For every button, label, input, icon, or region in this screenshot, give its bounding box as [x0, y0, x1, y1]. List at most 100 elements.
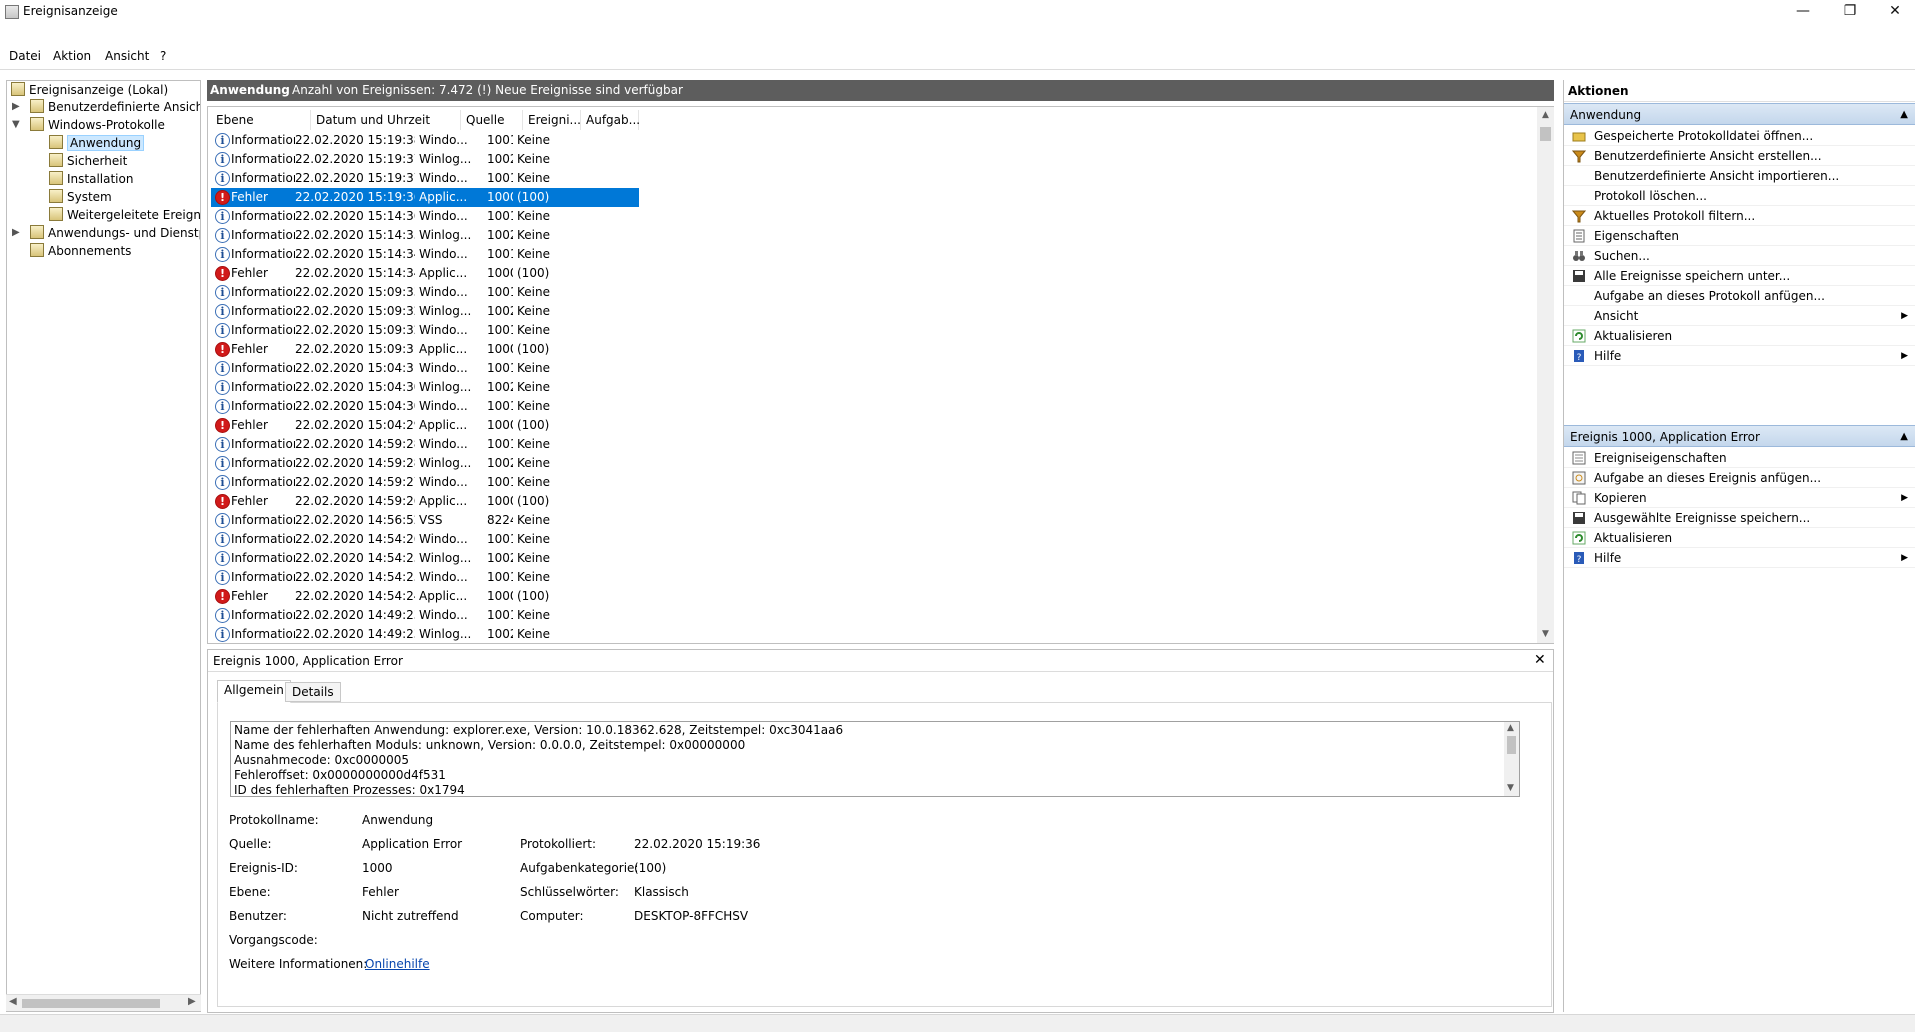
- tab-details[interactable]: Details: [285, 682, 341, 702]
- close-button[interactable]: ✕: [1872, 0, 1915, 24]
- log-icon: [49, 189, 63, 203]
- maximize-button[interactable]: ❐: [1827, 0, 1873, 24]
- column-header-datum[interactable]: Datum und Uhrzeit: [311, 110, 461, 130]
- collapse-caret-icon[interactable]: ▲: [1900, 104, 1908, 126]
- action-b-0[interactable]: Ereigniseigenschaften: [1564, 448, 1915, 468]
- column-header-aufgabe[interactable]: Aufgab...: [581, 110, 640, 130]
- tree-item-benutzerdefiniert[interactable]: Benutzerdefinierte Ansichten: [30, 99, 200, 116]
- detail-title: Ereignis 1000, Application Error: [213, 654, 403, 668]
- action-b-1[interactable]: Aufgabe an dieses Ereignis anfügen...: [1564, 468, 1915, 488]
- event-detail-pane: Ereignis 1000, Application Error ✕ Allge…: [207, 649, 1554, 1013]
- tree-item-abonnements[interactable]: Abonnements: [30, 243, 131, 260]
- event-row[interactable]: !Fehler 22.02.2020 14:59:26 Applic... 1000 (…: [211, 492, 639, 511]
- event-row[interactable]: iInformationen22.02.2020 15:04:31 Windo..…: [211, 359, 639, 378]
- cell-event-id: 1002: [487, 627, 513, 641]
- event-row[interactable]: iInformationen22.02.2020 14:54:25 Windo..…: [211, 568, 639, 587]
- event-row[interactable]: !Fehler 22.02.2020 15:14:34 Applic... 1000 (…: [211, 264, 639, 283]
- event-row[interactable]: iInformationen22.02.2020 15:09:32 Winlog.…: [211, 302, 639, 321]
- cell-datetime: 22.02.2020 15:04:31: [295, 361, 415, 375]
- column-header-ereignis-id[interactable]: Ereigni...: [523, 110, 581, 130]
- event-row[interactable]: iInformationen22.02.2020 14:59:28 Winlog.…: [211, 454, 639, 473]
- event-row[interactable]: iInformationen22.02.2020 15:14:36 Windo..…: [211, 207, 639, 226]
- event-row[interactable]: iInformationen22.02.2020 14:59:27 Windo..…: [211, 473, 639, 492]
- collapse-caret-icon[interactable]: ▲: [1900, 426, 1908, 448]
- action-a-5[interactable]: Eigenschaften: [1564, 226, 1915, 246]
- action-b-3[interactable]: Ausgewählte Ereignisse speichern...: [1564, 508, 1915, 528]
- information-icon: i: [215, 608, 230, 623]
- event-row[interactable]: iInformationen22.02.2020 14:54:25 Winlog.…: [211, 549, 639, 568]
- event-row[interactable]: iInformationen22.02.2020 15:04:30 Winlog.…: [211, 378, 639, 397]
- scroll-up-icon[interactable]: ▲: [1537, 107, 1554, 124]
- tree-item-sicherheit[interactable]: Sicherheit: [49, 153, 127, 170]
- event-row[interactable]: iInformationen22.02.2020 14:56:52 VSS 8224…: [211, 511, 639, 530]
- event-row[interactable]: iInformationen22.02.2020 15:14:34 Windo..…: [211, 245, 639, 264]
- event-row[interactable]: iInformationen22.02.2020 15:14:35 Winlog.…: [211, 226, 639, 245]
- tree-item-ereignisanzeige[interactable]: Ereignisanzeige (Lokal): [11, 82, 168, 99]
- event-row[interactable]: !Fehler 22.02.2020 15:04:29 Applic... 1000 (…: [211, 416, 639, 435]
- scroll-down-icon[interactable]: ▼: [1507, 783, 1514, 793]
- section-ereignis[interactable]: Ereignis 1000, Application Error ▲: [1564, 425, 1915, 447]
- action-a-2[interactable]: Benutzerdefinierte Ansicht importieren..…: [1564, 166, 1915, 186]
- close-detail-icon[interactable]: ✕: [1534, 652, 1546, 668]
- action-a-11[interactable]: ? Hilfe ▶: [1564, 346, 1915, 366]
- svg-text:?: ?: [1577, 353, 1582, 363]
- cell-source: Windo...: [419, 570, 468, 584]
- tab-allgemein[interactable]: Allgemein: [217, 680, 291, 703]
- action-a-7[interactable]: Alle Ereignisse speichern unter...: [1564, 266, 1915, 286]
- event-row[interactable]: iInformationen22.02.2020 14:49:23 Winlog.…: [211, 625, 639, 643]
- action-a-0[interactable]: Gespeicherte Protokolldatei öffnen...: [1564, 126, 1915, 146]
- event-row[interactable]: iInformationen22.02.2020 14:49:23 Windo..…: [211, 606, 639, 625]
- column-header-ebene[interactable]: Ebene: [211, 110, 311, 130]
- action-b-2[interactable]: Kopieren ▶: [1564, 488, 1915, 508]
- action-a-4[interactable]: Aktuelles Protokoll filtern...: [1564, 206, 1915, 226]
- event-row[interactable]: !Fehler 22.02.2020 15:09:31 Applic... 1000 (…: [211, 340, 639, 359]
- event-row[interactable]: iInformationen22.02.2020 14:59:28 Windo..…: [211, 435, 639, 454]
- expand-chevron-icon[interactable]: ▶: [12, 227, 20, 238]
- cell-source: Windo...: [419, 133, 468, 147]
- action-a-9[interactable]: Ansicht ▶: [1564, 306, 1915, 326]
- onlinehilfe-link[interactable]: Onlinehilfe: [365, 957, 430, 971]
- event-row[interactable]: iInformationen22.02.2020 15:09:33 Windo..…: [211, 283, 639, 302]
- tree-horizontal-scrollbar[interactable]: ◀ ▶: [6, 994, 201, 1011]
- event-row[interactable]: iInformationen22.02.2020 14:54:26 Windo..…: [211, 530, 639, 549]
- action-a-1[interactable]: Benutzerdefinierte Ansicht erstellen...: [1564, 146, 1915, 166]
- event-row[interactable]: iInformationen22.02.2020 15:09:32 Windo..…: [211, 321, 639, 340]
- cell-level: Informationen: [231, 570, 295, 584]
- event-row[interactable]: iInformationen22.02.2020 15:04:30 Windo..…: [211, 397, 639, 416]
- action-a-8[interactable]: Aufgabe an dieses Protokoll anfügen...: [1564, 286, 1915, 306]
- tree-item-weitergeleitet[interactable]: Weitergeleitete Ereignisse: [49, 207, 200, 224]
- section-anwendung[interactable]: Anwendung ▲: [1564, 103, 1915, 125]
- column-header-quelle[interactable]: Quelle: [461, 110, 523, 130]
- cell-level: Informationen: [231, 304, 295, 318]
- scroll-thumb[interactable]: [1540, 127, 1551, 141]
- cell-datetime: 22.02.2020 15:09:32: [295, 323, 415, 337]
- action-b-5[interactable]: ? Hilfe ▶: [1564, 548, 1915, 568]
- message-scrollbar[interactable]: ▲ ▼: [1504, 722, 1519, 796]
- action-b-4[interactable]: Aktualisieren: [1564, 528, 1915, 548]
- action-a-6[interactable]: Suchen...: [1564, 246, 1915, 266]
- event-list-scrollbar[interactable]: ▲ ▼: [1537, 107, 1554, 643]
- tree-item-installation[interactable]: Installation: [49, 171, 133, 188]
- scroll-up-icon[interactable]: ▲: [1507, 723, 1514, 733]
- tree-item-anwendungs-dienstprotokolle[interactable]: Anwendungs- und Dienstprotokolle: [30, 225, 200, 242]
- scroll-right-icon[interactable]: ▶: [188, 996, 196, 1007]
- scroll-left-icon[interactable]: ◀: [9, 996, 17, 1007]
- minimize-button[interactable]: —: [1780, 0, 1826, 24]
- event-row[interactable]: !Fehler 22.02.2020 15:19:36 Applic... 1000 (…: [211, 188, 639, 207]
- event-row[interactable]: iInformationen22.02.2020 15:19:38 Windo..…: [211, 131, 639, 150]
- event-row[interactable]: iInformationen22.02.2020 15:19:37 Winlog.…: [211, 150, 639, 169]
- event-row[interactable]: !Fehler 22.02.2020 14:54:24 Applic... 1000 (…: [211, 587, 639, 606]
- tree-item-system[interactable]: System: [49, 189, 112, 206]
- expand-chevron-icon[interactable]: ▶: [12, 101, 20, 112]
- event-row[interactable]: iInformationen22.02.2020 15:19:37 Windo..…: [211, 169, 639, 188]
- collapse-chevron-icon[interactable]: ▼: [12, 119, 20, 130]
- action-a-3[interactable]: Protokoll löschen...: [1564, 186, 1915, 206]
- event-message-box[interactable]: Name der fehlerhaften Anwendung: explore…: [230, 721, 1520, 797]
- tree-item-anwendung[interactable]: Anwendung: [49, 135, 145, 152]
- cell-event-id: 1000: [487, 589, 513, 603]
- scroll-thumb[interactable]: [22, 999, 160, 1008]
- scroll-down-icon[interactable]: ▼: [1537, 626, 1554, 643]
- tree-item-windows-protokolle[interactable]: Windows-Protokolle: [30, 117, 165, 134]
- action-a-10[interactable]: Aktualisieren: [1564, 326, 1915, 346]
- scroll-thumb[interactable]: [1507, 736, 1516, 754]
